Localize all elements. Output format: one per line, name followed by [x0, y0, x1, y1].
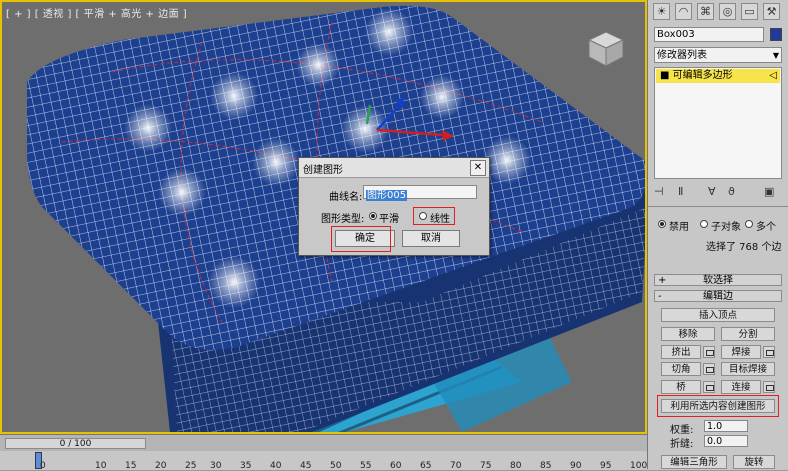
- radio-smooth[interactable]: [369, 212, 377, 220]
- crease-spinner[interactable]: 0.0: [704, 435, 748, 447]
- remove-button[interactable]: 移除: [661, 327, 715, 341]
- tick-label: 65: [420, 461, 432, 471]
- object-color-swatch[interactable]: [770, 28, 782, 41]
- extrude-settings-icon[interactable]: [703, 346, 715, 358]
- tick-label: 0: [40, 461, 46, 471]
- hierarchy-icon[interactable]: ⌘: [697, 3, 714, 20]
- dialog-title: 创建图形: [303, 165, 343, 176]
- radio-disable[interactable]: [658, 220, 666, 228]
- tick-label: 80: [510, 461, 522, 471]
- edit-triangulation-button[interactable]: 编辑三角形: [661, 455, 727, 469]
- tick-label: 55: [360, 461, 372, 471]
- turn-button[interactable]: 旋转: [733, 455, 775, 469]
- weld-settings-icon[interactable]: [763, 346, 775, 358]
- tick-label: 95: [600, 461, 612, 471]
- insert-vertex-button[interactable]: 插入顶点: [661, 308, 775, 322]
- disable-label: 禁用: [669, 222, 689, 233]
- create-sun-icon[interactable]: ☀: [653, 3, 670, 20]
- close-icon[interactable]: ✕: [470, 160, 486, 176]
- ok-highlight: [331, 226, 391, 252]
- edit-edges-rollout[interactable]: - 编辑边: [654, 290, 782, 302]
- extrude-button[interactable]: 挤出: [661, 345, 701, 359]
- dialog-titlebar: 创建图形 ✕: [299, 158, 489, 178]
- create-shape-dialog: 创建图形 ✕ 曲线名: 图形005 图形类型: 平滑 线性 确定 取消: [298, 157, 490, 256]
- tick-label: 100: [630, 461, 648, 471]
- multiple-label: 多个: [756, 222, 776, 233]
- shape-type-label: 图形类型:: [321, 214, 365, 225]
- modifier-list-label: 修改器列表: [657, 50, 707, 61]
- selection-status: 选择了 768 个边: [706, 242, 782, 253]
- tick-label: 25: [185, 461, 197, 471]
- chamfer-button[interactable]: 切角: [661, 362, 701, 376]
- command-panel-bottom: 折缝: 0.0 编辑三角形 旋转: [647, 434, 788, 469]
- crease-label: 折缝:: [670, 439, 694, 450]
- tick-label: 90: [570, 461, 582, 471]
- bridge-button[interactable]: 桥: [661, 380, 701, 394]
- modifier-list-dropdown[interactable]: 修改器列表 ▼: [654, 47, 782, 63]
- create-shape-highlight: [657, 395, 779, 417]
- bridge-settings-icon[interactable]: [703, 381, 715, 393]
- subobject-label: 子对象: [711, 222, 741, 233]
- tick-label: 15: [125, 461, 137, 471]
- curve-name-value: 图形005: [366, 190, 408, 201]
- tick-label: 30: [210, 461, 222, 471]
- cancel-button[interactable]: 取消: [402, 230, 460, 247]
- make-unique-icon[interactable]: ∀: [708, 185, 716, 198]
- light-icon: ◁: [769, 70, 777, 81]
- curve-name-input[interactable]: 图形005: [363, 185, 477, 201]
- target-weld-button[interactable]: 目标焊接: [721, 362, 775, 376]
- tick-label: 60: [390, 461, 402, 471]
- stack-item-label: 可编辑多边形: [672, 70, 733, 81]
- edit-edges-label: 编辑边: [703, 291, 733, 302]
- command-panel: ☀ ◠ ⌘ ◎ ▭ ⚒ Box003 修改器列表 ▼ ■ 可编辑多边形 ◁ ⊣ …: [647, 0, 788, 436]
- weld-button[interactable]: 焊接: [721, 345, 761, 359]
- tick-label: 35: [240, 461, 252, 471]
- utilities-icon[interactable]: ⚒: [763, 3, 780, 20]
- radio-subobject[interactable]: [700, 220, 708, 228]
- stack-item-editable-poly[interactable]: ■ 可编辑多边形 ◁: [656, 69, 780, 83]
- tick-label: 40: [270, 461, 282, 471]
- plus-icon: ■: [660, 70, 673, 81]
- tick-label: 85: [540, 461, 552, 471]
- tick-label: 70: [450, 461, 462, 471]
- motion-icon[interactable]: ◎: [719, 3, 736, 20]
- modify-curve-icon[interactable]: ◠: [675, 3, 692, 20]
- chamfer-settings-icon[interactable]: [703, 363, 715, 375]
- smooth-label: 平滑: [379, 214, 399, 225]
- pin-stack-icon[interactable]: ⊣: [654, 185, 664, 198]
- tick-label: 20: [155, 461, 167, 471]
- remove-modifier-icon[interactable]: ϑ: [728, 185, 735, 198]
- curve-name-label: 曲线名:: [329, 192, 363, 203]
- linear-highlight: [413, 207, 455, 225]
- tick-label: 45: [300, 461, 312, 471]
- object-name-input[interactable]: Box003: [654, 27, 764, 42]
- soft-selection-rollout[interactable]: + 软选择: [654, 274, 782, 286]
- configure-sets-icon[interactable]: ▣: [764, 185, 774, 198]
- connect-button[interactable]: 连接: [721, 380, 761, 394]
- chevron-down-icon: ▼: [772, 51, 779, 60]
- tick-label: 10: [95, 461, 107, 471]
- weight-spinner[interactable]: 1.0: [704, 420, 748, 432]
- tick-label: 50: [330, 461, 342, 471]
- soft-selection-label: 软选择: [703, 275, 733, 286]
- tick-label: 75: [480, 461, 492, 471]
- connect-settings-icon[interactable]: [763, 381, 775, 393]
- radio-multiple[interactable]: [745, 220, 753, 228]
- split-button[interactable]: 分割: [721, 327, 775, 341]
- viewcube-icon[interactable]: [587, 30, 625, 68]
- viewport-label[interactable]: [ + ] [ 透视 ] [ 平滑 + 高光 + 边面 ]: [6, 5, 187, 20]
- stack-toolbar: ⊣ Ⅱ ∀ ϑ ▣: [654, 185, 782, 201]
- time-slider[interactable]: 0 / 100: [5, 438, 146, 449]
- show-end-result-icon[interactable]: Ⅱ: [678, 185, 683, 198]
- perspective-viewport[interactable]: [ + ] [ 透视 ] [ 平滑 + 高光 + 边面 ] 创建图形 ✕ 曲线名…: [0, 0, 647, 434]
- modifier-stack[interactable]: ■ 可编辑多边形 ◁: [654, 67, 782, 179]
- display-icon[interactable]: ▭: [741, 3, 758, 20]
